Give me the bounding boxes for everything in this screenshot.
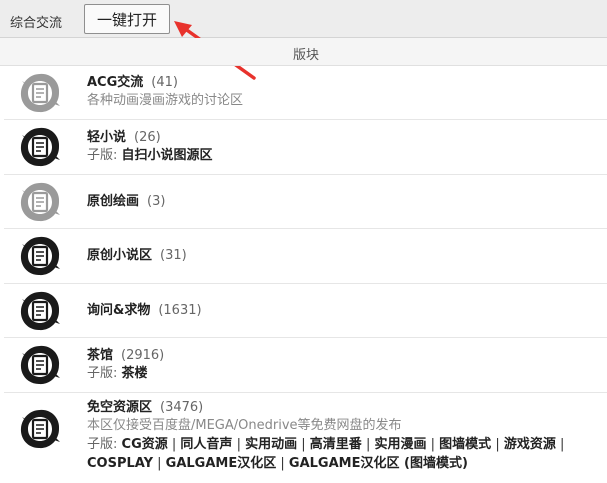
- forum-status-icon: [18, 234, 62, 278]
- forum-row-light-novel: 轻小说 (26) 子版: 自扫小说图源区: [4, 120, 607, 175]
- forum-name[interactable]: ACG交流: [87, 75, 143, 90]
- subforum-link-galgame-gallery[interactable]: GALGAME汉化区 (图墙模式): [289, 456, 468, 471]
- forum-name[interactable]: 原创绘画: [87, 194, 139, 209]
- column-label-forums: 版块: [293, 48, 320, 63]
- forum-thread-count: (41): [151, 75, 178, 90]
- forum-column-header: 版块: [0, 38, 607, 66]
- separator: |: [301, 437, 306, 452]
- forum-name[interactable]: 轻小说: [87, 130, 126, 145]
- category-title: 综合交流: [10, 16, 63, 31]
- forum-thread-count: (3476): [160, 400, 204, 415]
- subforum-list: 子版: CG资源 | 同人音声 | 实用动画 | 高清里番 | 实用漫画 | 图…: [87, 435, 602, 473]
- forum-row-requests: 询问&求物 (1631): [4, 284, 607, 338]
- separator: |: [430, 437, 436, 452]
- subforum-link-manga[interactable]: 实用漫画: [374, 437, 426, 452]
- subforum-prefix: 子版:: [87, 148, 118, 163]
- forum-name[interactable]: 免空资源区: [87, 400, 152, 415]
- subforum-link-galgame[interactable]: GALGAME汉化区: [166, 456, 277, 471]
- forum-thread-count: (2916): [121, 348, 165, 363]
- forum-status-icon: [18, 343, 62, 387]
- subforum-prefix: 子版:: [87, 437, 118, 452]
- subforum-link-cg[interactable]: CG资源: [122, 437, 168, 452]
- forum-status-icon: [18, 71, 62, 115]
- forum-name[interactable]: 原创小说区: [87, 248, 152, 263]
- forum-name[interactable]: 询问&求物: [87, 303, 150, 318]
- forum-row-teahouse: 茶馆 (2916) 子版: 茶楼: [4, 338, 607, 393]
- subforum-line: 子版: 茶楼: [87, 365, 164, 383]
- subforum-link-cosplay[interactable]: COSPLAY: [87, 456, 153, 471]
- subforum-link-anime[interactable]: 实用动画: [245, 437, 297, 452]
- forum-row-acg: ACG交流 (41) 各种动画漫画游戏的讨论区: [4, 66, 607, 120]
- forum-thread-count: (31): [160, 248, 187, 263]
- subforum-link[interactable]: 茶楼: [122, 366, 148, 381]
- forum-name[interactable]: 茶馆: [87, 348, 113, 363]
- forum-row-free-resources: 免空资源区 (3476) 本区仅接受百度盘/MEGA/Onedrive等免费网盘的…: [4, 393, 607, 483]
- separator: |: [157, 456, 162, 471]
- forum-status-icon: [18, 407, 62, 451]
- separator: |: [495, 437, 500, 452]
- separator: |: [236, 437, 241, 452]
- subforum-link-doujin-audio[interactable]: 同人音声: [180, 437, 232, 452]
- forum-thread-count: (3): [147, 194, 166, 209]
- separator: |: [280, 456, 285, 471]
- forum-thread-count: (26): [134, 130, 161, 145]
- forum-status-icon: [18, 180, 62, 224]
- forum-status-icon: [18, 125, 62, 169]
- separator: |: [171, 437, 177, 452]
- separator: |: [560, 437, 565, 452]
- forum-list: ACG交流 (41) 各种动画漫画游戏的讨论区 轻小说 (26) 子版: 自扫小说图…: [4, 66, 607, 483]
- forum-thread-count: (1631): [158, 303, 202, 318]
- forum-status-icon: [18, 289, 62, 333]
- forum-row-original-novel: 原创小说区 (31): [4, 229, 607, 284]
- separator: |: [365, 437, 371, 452]
- subforum-link-gallery[interactable]: 图墙模式: [439, 437, 491, 452]
- open-all-button[interactable]: 一键打开: [84, 4, 170, 34]
- category-header: 综合交流 一键打开: [0, 0, 607, 38]
- forum-description: 各种动画漫画游戏的讨论区: [87, 93, 244, 108]
- subforum-link[interactable]: 自扫小说图源区: [122, 148, 213, 163]
- subforum-prefix: 子版:: [87, 366, 118, 381]
- forum-description: 本区仅接受百度盘/MEGA/Onedrive等免费网盘的发布: [87, 418, 402, 433]
- forum-row-original-art: 原创绘画 (3): [4, 175, 607, 229]
- subforum-line: 子版: 自扫小说图源区: [87, 147, 213, 165]
- subforum-link-hd[interactable]: 高清里番: [310, 437, 362, 452]
- subforum-link-games[interactable]: 游戏资源: [504, 437, 556, 452]
